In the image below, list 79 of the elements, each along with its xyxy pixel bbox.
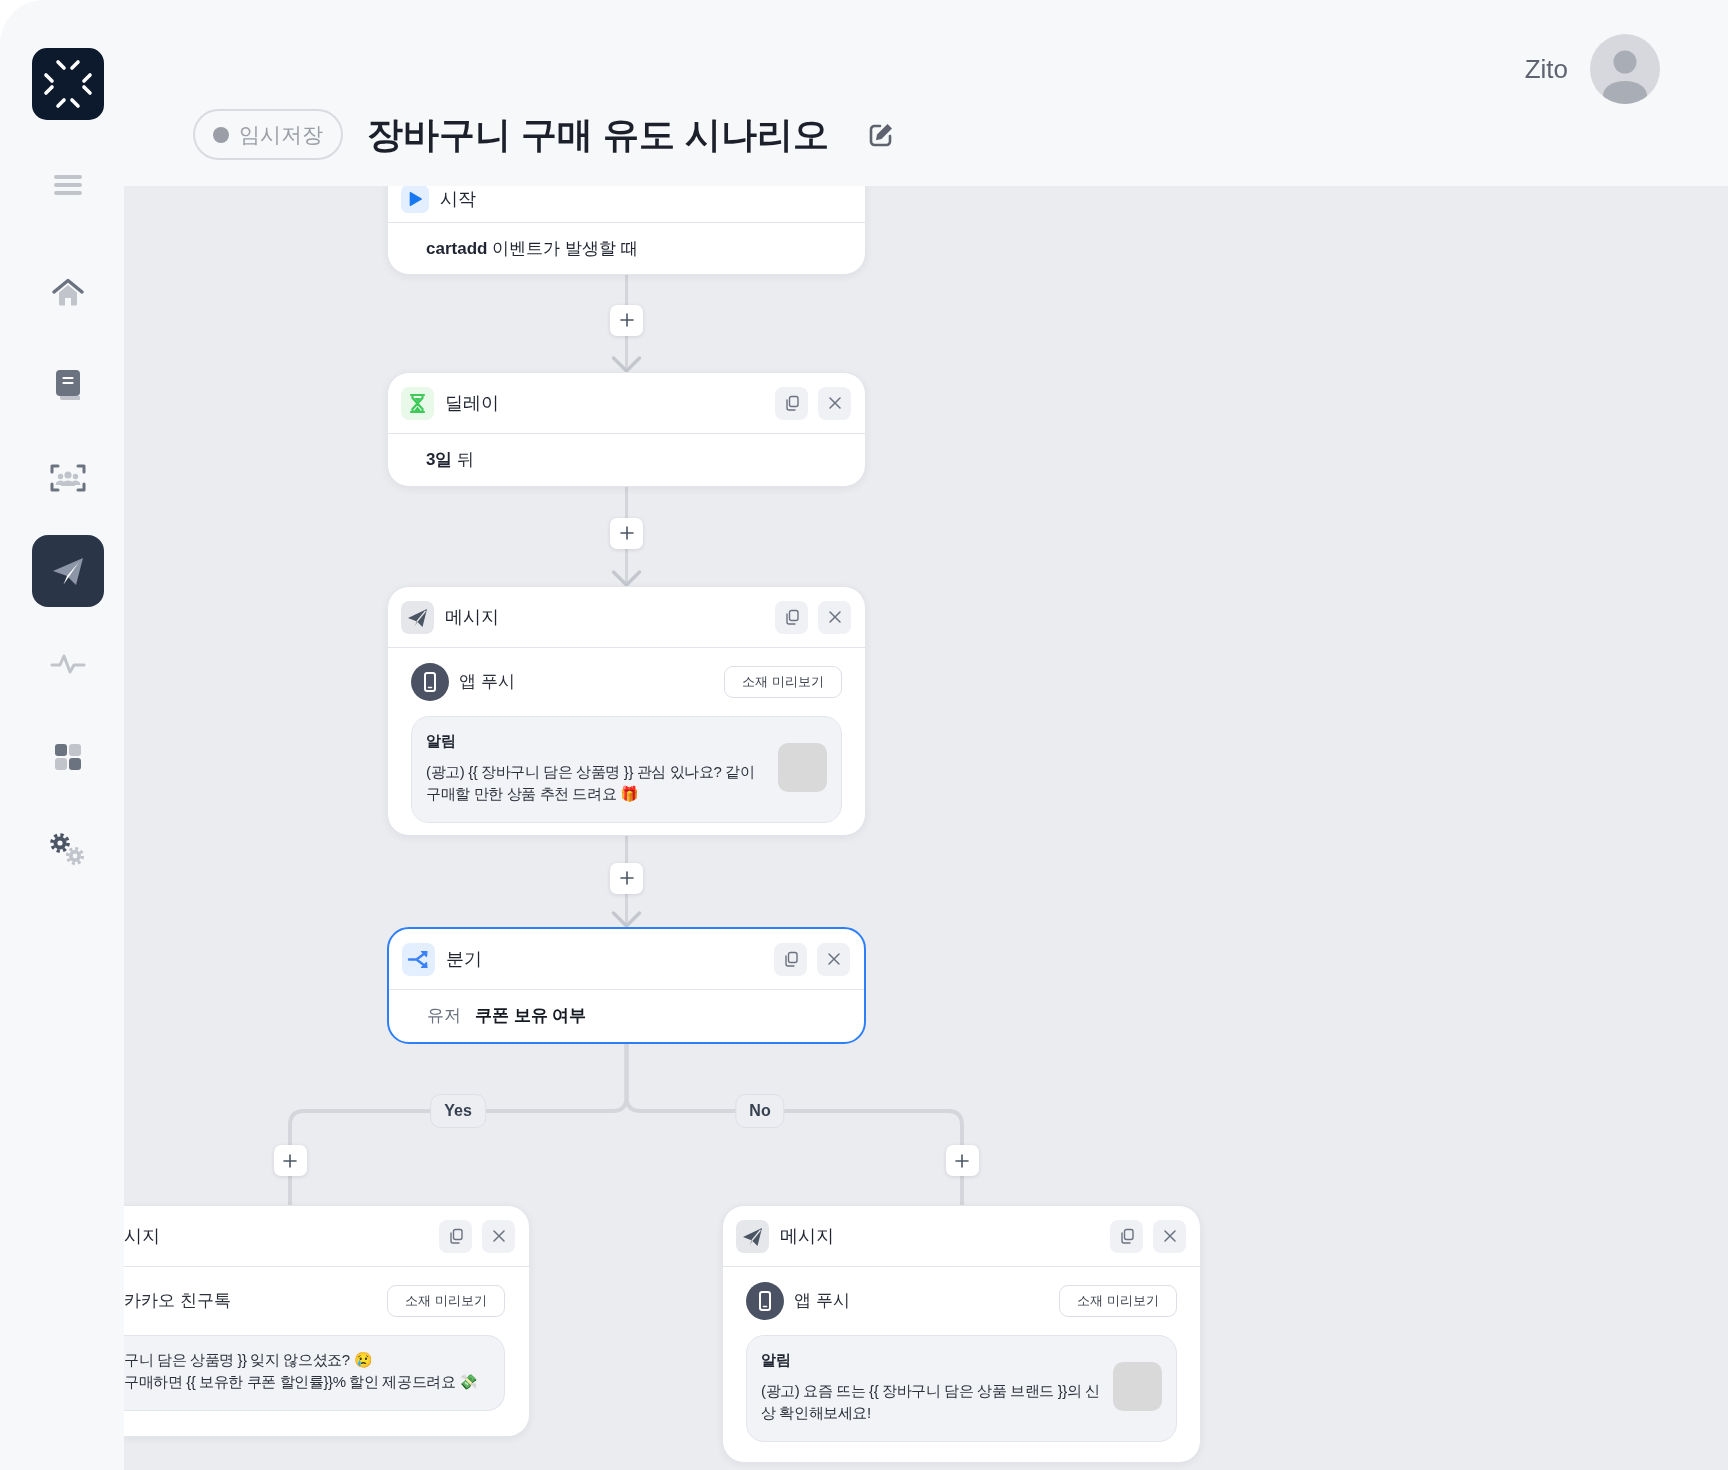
- duplicate-button[interactable]: [774, 942, 807, 976]
- message-text: (광고) {{ 장바구니 담은 상품명 }} 관심 있나요? 같이 구매할 만한 상품 추천 드려요 🎁: [426, 762, 756, 804]
- node-title: 메시지: [445, 606, 499, 629]
- close-icon: [1163, 1230, 1176, 1242]
- hourglass-icon: [401, 386, 434, 420]
- node-title: 딜레이: [445, 392, 499, 415]
- duplicate-button[interactable]: [1110, 1219, 1143, 1253]
- delay-duration: 3일 뒤: [426, 449, 475, 472]
- add-step-button[interactable]: [610, 862, 643, 894]
- delete-button[interactable]: [1153, 1219, 1186, 1253]
- people-scan-icon: [50, 463, 86, 493]
- add-step-button[interactable]: [610, 304, 643, 336]
- delete-button[interactable]: [818, 600, 851, 634]
- add-step-button[interactable]: [273, 1145, 307, 1176]
- scenario-title: 장바구니 구매 유도 시나리오: [367, 112, 829, 157]
- branch-condition: 쿠폰 보유 여부: [475, 1005, 587, 1028]
- copy-icon: [783, 609, 800, 625]
- nav-button[interactable]: [50, 833, 86, 867]
- branch-subject: 유저: [427, 1005, 461, 1028]
- branch-icon: [402, 942, 435, 976]
- delete-button[interactable]: [817, 942, 850, 976]
- branch-node[interactable]: 분기 유저 쿠폰 보유 여부: [387, 927, 866, 1044]
- delay-node[interactable]: 딜레이 3일 뒤: [387, 372, 866, 487]
- message-node[interactable]: 메시지 앱 푸시 소재 미리보기 알림 (광고) 요즘 뜨는 {{ 장바구니 담은 상품 브랜드 }}의 신상 확인해보세요!: [722, 1205, 1201, 1463]
- trigger-node[interactable]: 시작 cartadd 이벤트가 발생할 때: [387, 186, 866, 275]
- channel-name: 앱 푸시: [794, 1290, 850, 1313]
- branch-label: Yes: [430, 1094, 486, 1128]
- message-node[interactable]: 메시지 앱 푸시 소재 미리보기 알림 (광고) {{ 장바구니 담은 상품명 }} 관심 있나요? 같이 구매할 만한 상품 추천 드려요 🎁: [387, 586, 866, 836]
- message-text: (광고) 요즘 뜨는 {{ 장바구니 담은 상품 브랜드 }}의 신상 확인해보세요!: [761, 1381, 1101, 1423]
- nav-button[interactable]: [32, 535, 104, 607]
- copy-icon: [1118, 1228, 1135, 1244]
- add-step-button[interactable]: [945, 1145, 979, 1176]
- add-step-button[interactable]: [610, 517, 643, 549]
- preview-button[interactable]: 소재 미리보기: [1059, 1285, 1177, 1317]
- user-name: Zito: [1524, 52, 1568, 86]
- message-text: 구니 담은 상품명 }} 잊지 않으셨죠? 😢 구매하면 {{ 보유한 쿠폰 할인률}}% 할인 제공드려요 💸: [124, 1350, 479, 1392]
- close-icon: [828, 397, 841, 409]
- duplicate-button[interactable]: [775, 600, 808, 634]
- trigger-condition: cartadd 이벤트가 발생할 때: [426, 237, 638, 260]
- plus-icon: [283, 1153, 297, 1168]
- phone-icon: [411, 663, 449, 701]
- delete-button[interactable]: [818, 386, 851, 420]
- grid-icon: [54, 743, 82, 771]
- node-title: 분기: [446, 948, 482, 971]
- copy-icon: [447, 1228, 464, 1244]
- copy-icon: [783, 395, 800, 411]
- message-heading: 알림: [426, 731, 457, 751]
- book-icon: [54, 369, 82, 401]
- plus-icon: [955, 1153, 969, 1168]
- plus-icon: [619, 526, 634, 540]
- status-dot-icon: [213, 126, 229, 143]
- node-title: 시작: [440, 188, 476, 211]
- close-icon: [827, 953, 840, 965]
- message-heading: 알림: [761, 1350, 792, 1370]
- channel-name: 카카오 친구톡: [124, 1290, 231, 1313]
- paper-plane-icon: [401, 600, 434, 634]
- node-title: 메시지: [780, 1225, 834, 1248]
- close-icon: [828, 611, 841, 623]
- logo-icon[interactable]: [32, 48, 104, 120]
- close-icon: [492, 1230, 505, 1242]
- play-icon: [401, 186, 429, 213]
- home-icon: [51, 277, 85, 307]
- copy-icon: [782, 951, 799, 967]
- preview-button[interactable]: 소재 미리보기: [724, 666, 842, 698]
- phone-icon: [746, 1282, 784, 1320]
- node-title: 시지: [124, 1225, 160, 1248]
- plus-icon: [619, 313, 634, 327]
- channel-name: 앱 푸시: [459, 671, 515, 694]
- branch-label: No: [735, 1094, 785, 1128]
- status-label: 임시저장: [239, 121, 323, 148]
- message-node[interactable]: 시지 카카오 친구톡 소재 미리보기 구니 담은 상품명 }} 잊지 않으셨죠? 😢 구매하면 {{ 보유한 쿠폰 할인률}}% 할인 제공드려요 💸: [124, 1205, 530, 1437]
- gears-icon: [50, 833, 86, 867]
- delete-button[interactable]: [482, 1219, 515, 1253]
- duplicate-button[interactable]: [775, 386, 808, 420]
- pulse-icon: [50, 653, 86, 675]
- plus-icon: [619, 871, 634, 885]
- preview-button[interactable]: 소재 미리보기: [387, 1285, 505, 1317]
- paper-plane-icon: [736, 1219, 769, 1253]
- duplicate-button[interactable]: [439, 1219, 472, 1253]
